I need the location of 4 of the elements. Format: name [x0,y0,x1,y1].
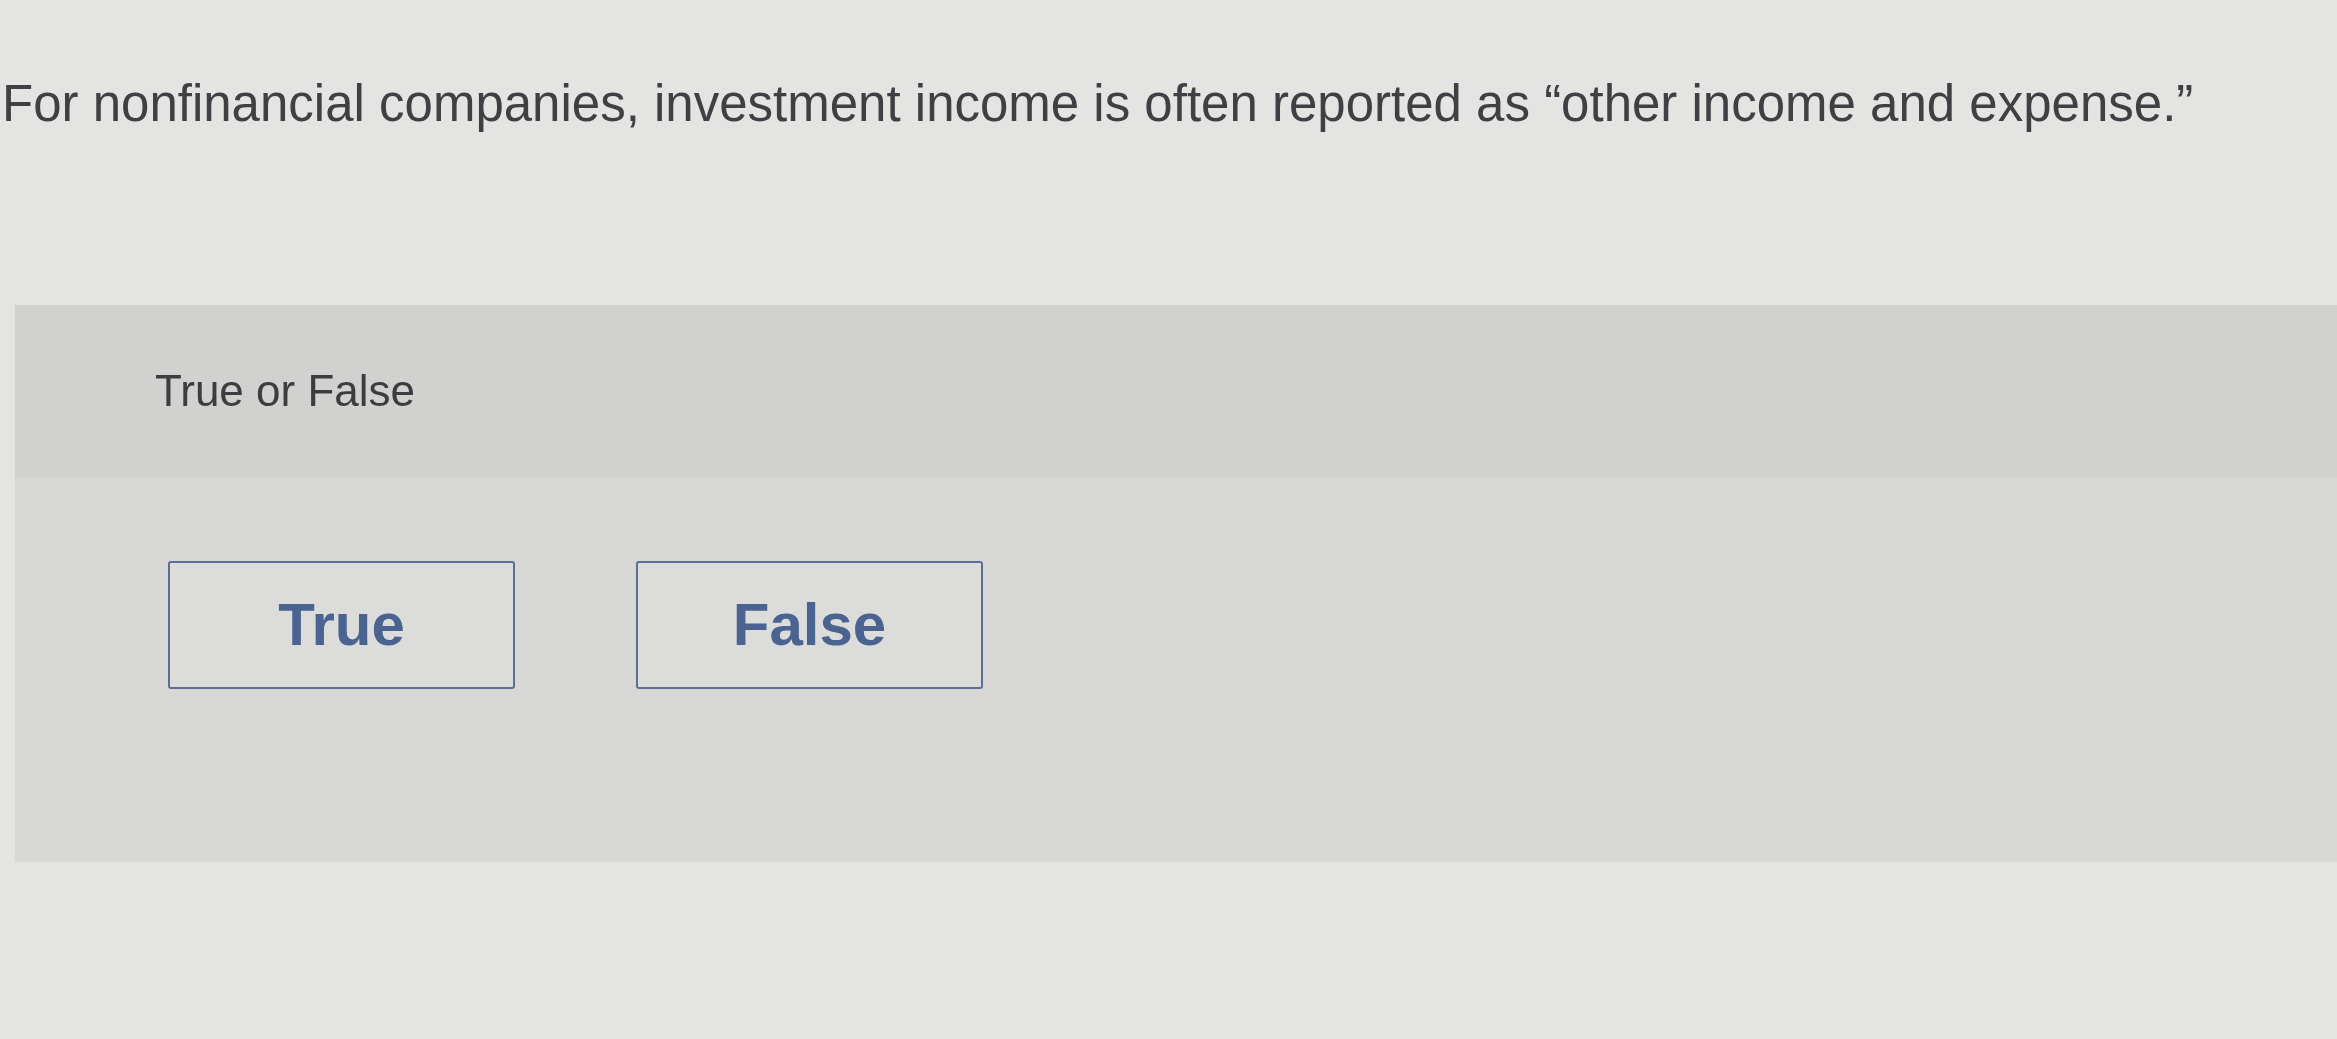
answer-option-button[interactable]: True [168,560,515,689]
question-text: For nonfinancial companies, investment income is often reported as “other income and expense.” [2,74,2194,134]
prompt-text: True or False [155,364,415,417]
answer-option-button[interactable]: False [636,560,983,689]
